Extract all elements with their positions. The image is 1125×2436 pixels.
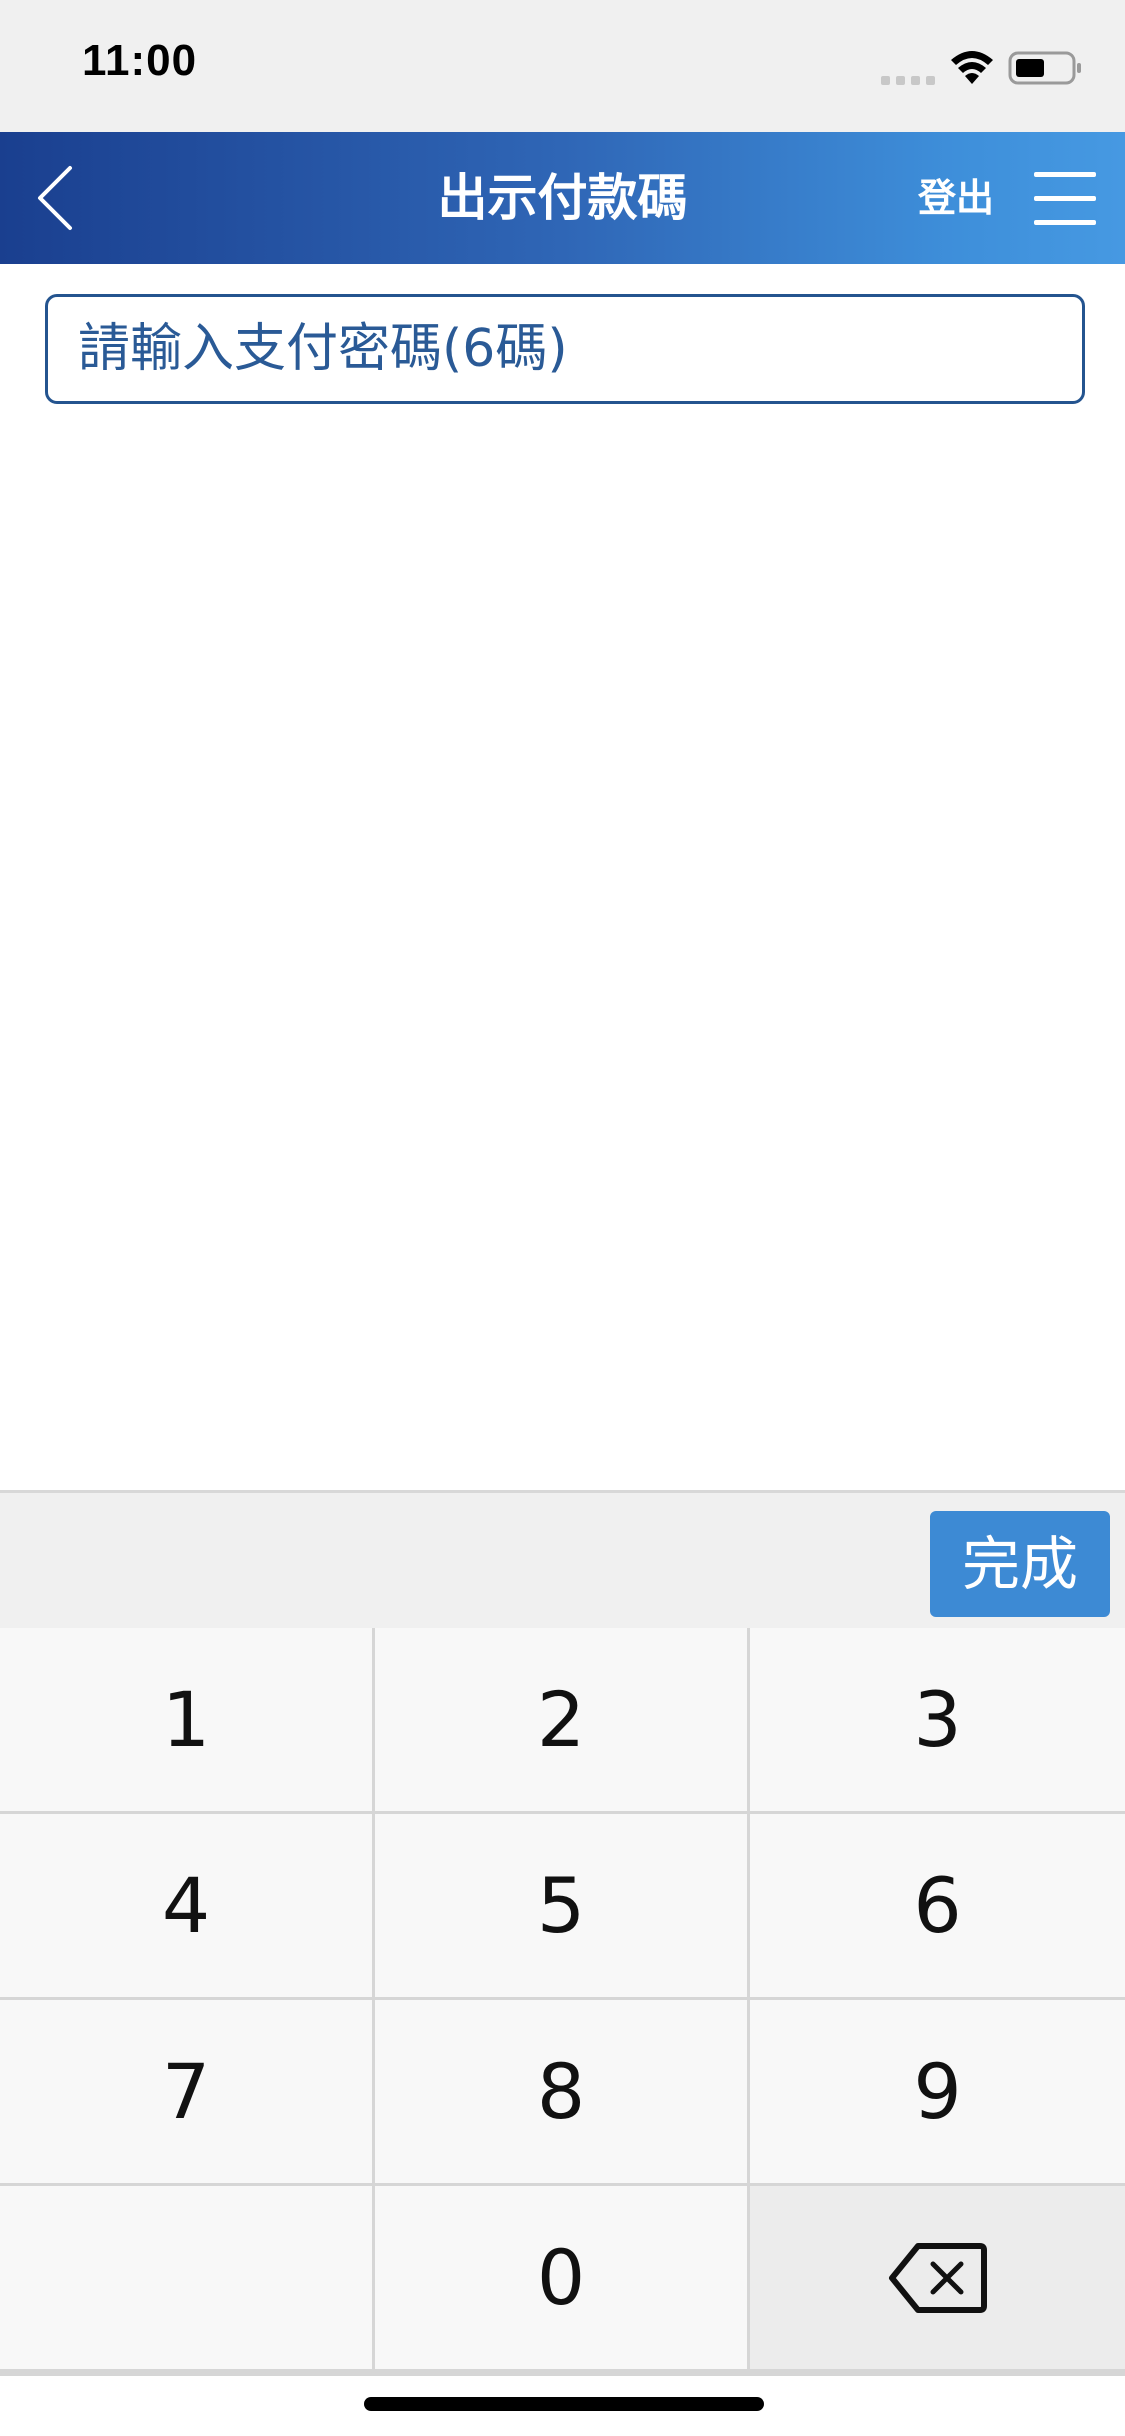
key-0[interactable]: 0 [375,2186,750,2372]
key-4[interactable]: 4 [0,1814,375,2000]
key-5[interactable]: 5 [375,1814,750,2000]
key-2[interactable]: 2 [375,1628,750,1814]
logout-button[interactable]: 登出 [918,166,994,230]
back-button[interactable] [20,158,100,238]
numeric-keypad: 1 2 3 4 5 6 7 8 9 0 [0,1628,1125,2376]
hamburger-menu-icon [1034,172,1096,225]
key-3[interactable]: 3 [750,1628,1125,1814]
key-9[interactable]: 9 [750,2000,1125,2186]
backspace-key[interactable] [750,2186,1125,2372]
status-time: 11:00 [82,36,198,85]
key-7[interactable]: 7 [0,2000,375,2186]
back-arrow-icon [38,166,72,230]
done-button[interactable]: 完成 [930,1511,1110,1617]
keyboard-toolbar: 完成 [0,1490,1125,1628]
key-1[interactable]: 1 [0,1628,375,1814]
key-8[interactable]: 8 [375,2000,750,2186]
nav-bar: 出示付款碼 登出 [0,132,1125,264]
wifi-icon [951,51,993,84]
menu-button[interactable] [1030,164,1100,232]
home-indicator [364,2397,764,2411]
battery-icon [1008,51,1081,85]
key-blank [0,2186,375,2372]
backspace-icon [888,2242,987,2313]
payment-password-field[interactable] [45,294,1085,404]
key-6[interactable]: 6 [750,1814,1125,2000]
status-bar: 11:00 [0,0,1125,132]
signal-icon [881,76,935,85]
